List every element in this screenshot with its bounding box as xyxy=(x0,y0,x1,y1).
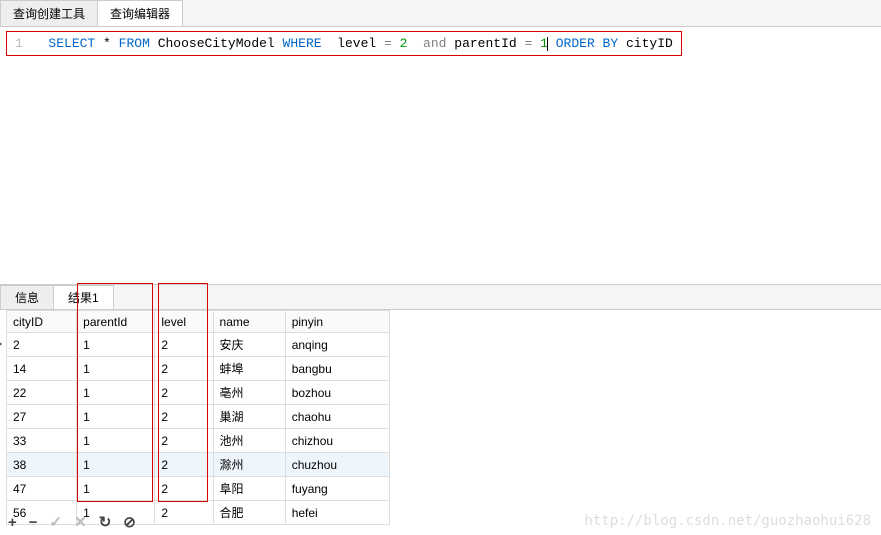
cell-level[interactable]: 2 xyxy=(155,501,213,525)
cell-cityID[interactable]: 27 xyxy=(7,405,77,429)
commit-button[interactable]: ✓ xyxy=(50,513,63,531)
cell-name[interactable]: 亳州 xyxy=(213,381,285,405)
cell-pinyin[interactable]: bozhou xyxy=(285,381,389,405)
cell-name[interactable]: 蚌埠 xyxy=(213,357,285,381)
remove-row-button[interactable]: − xyxy=(29,514,38,531)
cell-pinyin[interactable]: anqing xyxy=(285,333,389,357)
cell-parentId[interactable]: 1 xyxy=(77,405,155,429)
cell-name[interactable]: 池州 xyxy=(213,429,285,453)
table-row[interactable]: 3312池州chizhou xyxy=(7,429,390,453)
col-header-name[interactable]: name xyxy=(213,311,285,333)
cell-cityID[interactable]: 38 xyxy=(7,453,77,477)
cell-level[interactable]: 2 xyxy=(155,333,213,357)
col-header-parentid[interactable]: parentId xyxy=(77,311,155,333)
stop-button[interactable]: ⊘ xyxy=(123,513,136,531)
cell-parentId[interactable]: 1 xyxy=(77,333,155,357)
sql-eq2: = xyxy=(525,36,533,51)
cell-level[interactable]: 2 xyxy=(155,405,213,429)
top-tabs: 查询创建工具 查询编辑器 xyxy=(0,0,881,27)
results-toolbar: + − ✓ ✕ ↻ ⊘ xyxy=(0,509,144,535)
cell-level[interactable]: 2 xyxy=(155,381,213,405)
sql-keyword-select: SELECT xyxy=(48,36,95,51)
sql-table: ChooseCityModel xyxy=(158,36,275,51)
col-header-cityid[interactable]: cityID xyxy=(7,311,77,333)
table-row[interactable]: 2712巢湖chaohu xyxy=(7,405,390,429)
cancel-button[interactable]: ✕ xyxy=(74,513,87,531)
cell-parentId[interactable]: 1 xyxy=(77,477,155,501)
cell-pinyin[interactable]: bangbu xyxy=(285,357,389,381)
cell-name[interactable]: 巢湖 xyxy=(213,405,285,429)
table-row[interactable]: 212安庆anqing xyxy=(7,333,390,357)
add-row-button[interactable]: + xyxy=(8,514,17,531)
col-header-level[interactable]: level xyxy=(155,311,213,333)
cell-cityID[interactable]: 2 xyxy=(7,333,77,357)
table-row[interactable]: 4712阜阳fuyang xyxy=(7,477,390,501)
sql-star: * xyxy=(103,36,111,51)
sql-editor-area[interactable]: 1 SELECT * FROM ChooseCityModel WHERE le… xyxy=(0,27,881,285)
sql-field-parentid: parentId xyxy=(454,36,516,51)
results-area: cityID parentId level name pinyin 212安庆a… xyxy=(0,310,881,525)
cell-level[interactable]: 2 xyxy=(155,477,213,501)
cell-level[interactable]: 2 xyxy=(155,453,213,477)
sql-keyword-orderby: ORDER BY xyxy=(556,36,618,51)
cell-name[interactable]: 安庆 xyxy=(213,333,285,357)
cell-pinyin[interactable]: chuzhou xyxy=(285,453,389,477)
tab-result-1[interactable]: 结果1 xyxy=(53,285,114,309)
sql-keyword-from: FROM xyxy=(119,36,150,51)
sql-val-2: 2 xyxy=(400,36,408,51)
cell-name[interactable]: 合肥 xyxy=(213,501,285,525)
line-number: 1 xyxy=(15,36,23,51)
cell-cityID[interactable]: 14 xyxy=(7,357,77,381)
cell-cityID[interactable]: 33 xyxy=(7,429,77,453)
sql-keyword-and: and xyxy=(423,36,446,51)
sql-order-field: cityID xyxy=(626,36,673,51)
cell-level[interactable]: 2 xyxy=(155,429,213,453)
col-header-pinyin[interactable]: pinyin xyxy=(285,311,389,333)
table-row[interactable]: 3812滁州chuzhou xyxy=(7,453,390,477)
table-header-row: cityID parentId level name pinyin xyxy=(7,311,390,333)
sql-eq: = xyxy=(384,36,392,51)
cell-parentId[interactable]: 1 xyxy=(77,453,155,477)
table-row[interactable]: 2212亳州bozhou xyxy=(7,381,390,405)
tab-info[interactable]: 信息 xyxy=(0,285,54,309)
cell-name[interactable]: 阜阳 xyxy=(213,477,285,501)
sql-keyword-where: WHERE xyxy=(283,36,322,51)
table-row[interactable]: 1412蚌埠bangbu xyxy=(7,357,390,381)
cell-pinyin[interactable]: chaohu xyxy=(285,405,389,429)
sql-statement: 1 SELECT * FROM ChooseCityModel WHERE le… xyxy=(6,31,682,56)
cell-cityID[interactable]: 47 xyxy=(7,477,77,501)
sql-field-level: level xyxy=(337,36,376,51)
cell-cityID[interactable]: 22 xyxy=(7,381,77,405)
tab-query-editor[interactable]: 查询编辑器 xyxy=(97,0,183,26)
cell-level[interactable]: 2 xyxy=(155,357,213,381)
results-table[interactable]: cityID parentId level name pinyin 212安庆a… xyxy=(6,310,390,525)
cell-pinyin[interactable]: hefei xyxy=(285,501,389,525)
refresh-button[interactable]: ↻ xyxy=(99,513,112,531)
cell-parentId[interactable]: 1 xyxy=(77,429,155,453)
text-cursor xyxy=(547,37,548,51)
tab-query-build-tool[interactable]: 查询创建工具 xyxy=(0,0,98,26)
cell-name[interactable]: 滁州 xyxy=(213,453,285,477)
bottom-tabs: 信息 结果1 xyxy=(0,285,881,310)
cell-parentId[interactable]: 1 xyxy=(77,381,155,405)
cell-pinyin[interactable]: chizhou xyxy=(285,429,389,453)
current-row-indicator-icon xyxy=(0,339,2,349)
cell-pinyin[interactable]: fuyang xyxy=(285,477,389,501)
cell-parentId[interactable]: 1 xyxy=(77,357,155,381)
